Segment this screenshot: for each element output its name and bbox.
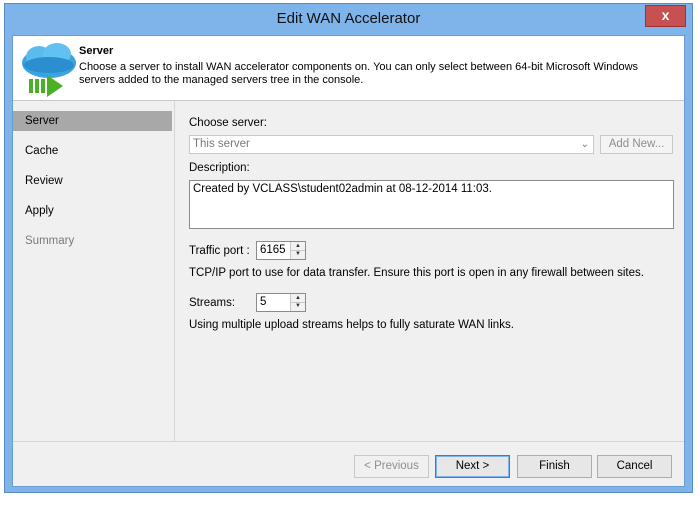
- server-select[interactable]: This server ⌄: [189, 135, 594, 154]
- description-field[interactable]: Created by VCLASS\student02admin at 08-1…: [189, 180, 674, 229]
- streams-stepper[interactable]: 5 ▲ ▼: [256, 293, 306, 312]
- title-bar[interactable]: Edit WAN Accelerator x: [5, 4, 692, 35]
- wizard-header: Server Choose a server to install WAN ac…: [13, 36, 684, 101]
- dialog-client: Server Choose a server to install WAN ac…: [12, 35, 685, 487]
- nav-item-server[interactable]: Server: [13, 111, 172, 131]
- streams-hint: Using multiple upload streams helps to f…: [189, 319, 514, 331]
- footer-divider: [13, 441, 684, 442]
- traffic-port-stepper[interactable]: 6165 ▲ ▼: [256, 241, 306, 260]
- nav-item-apply[interactable]: Apply: [13, 201, 172, 221]
- close-button[interactable]: x: [645, 5, 686, 27]
- wizard-steps: Server Cache Review Apply Summary: [13, 101, 174, 441]
- header-description: Choose a server to install WAN accelerat…: [79, 61, 639, 86]
- traffic-port-hint: TCP/IP port to use for data transfer. En…: [189, 267, 644, 279]
- traffic-port-label: Traffic port :: [189, 245, 250, 257]
- server-step-content: Choose server: This server ⌄ Add New... …: [175, 101, 684, 441]
- chevron-down-icon[interactable]: ⌄: [581, 136, 589, 153]
- spin-down-icon[interactable]: ▼: [291, 302, 305, 310]
- traffic-port-value: 6165: [260, 244, 286, 256]
- window-title: Edit WAN Accelerator: [276, 10, 421, 27]
- streams-label: Streams:: [189, 297, 236, 309]
- nav-item-review[interactable]: Review: [13, 171, 172, 191]
- nav-item-summary: Summary: [25, 235, 75, 247]
- previous-button[interactable]: < Previous: [354, 455, 429, 478]
- spin-down-icon[interactable]: ▼: [291, 250, 305, 258]
- header-title: Server: [79, 45, 114, 57]
- streams-spin-buttons: ▲ ▼: [290, 294, 305, 311]
- nav-item-cache[interactable]: Cache: [13, 141, 172, 161]
- cancel-button[interactable]: Cancel: [597, 455, 672, 478]
- finish-button[interactable]: Finish: [517, 455, 592, 478]
- traffic-port-spin-buttons: ▲ ▼: [290, 242, 305, 259]
- server-select-value: This server: [193, 138, 250, 150]
- streams-value: 5: [260, 296, 267, 308]
- description-label: Description:: [189, 162, 250, 174]
- add-new-button[interactable]: Add New...: [600, 135, 673, 154]
- cloud-arrow-icon: [22, 43, 76, 97]
- choose-server-label: Choose server:: [189, 117, 267, 129]
- dialog-window: Edit WAN Accelerator x Server Choose a s…: [4, 3, 693, 493]
- next-button[interactable]: Next >: [435, 455, 510, 478]
